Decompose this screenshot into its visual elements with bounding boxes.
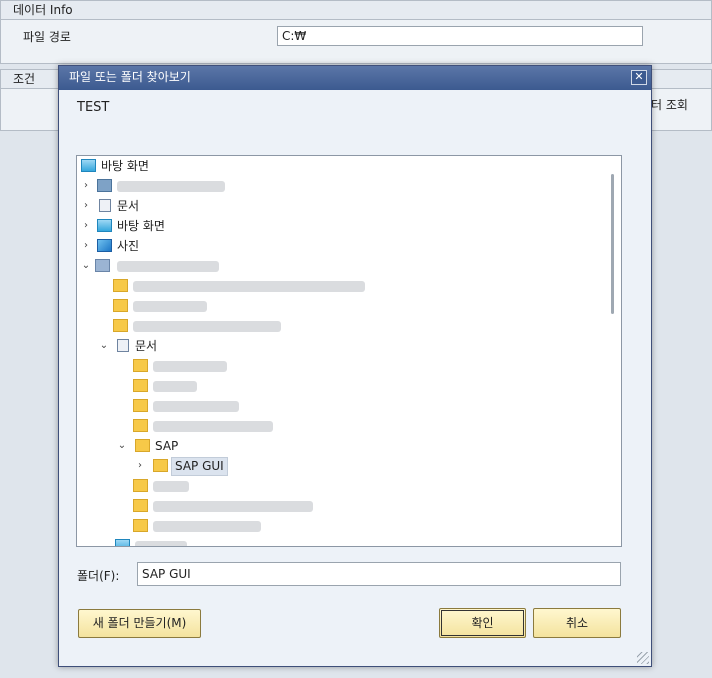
folder-tree[interactable]: 바탕 화면 › › 문서 › 바탕 화면 › 사진 ⌄ ⌄ 문서 ⌄ SAP ›… bbox=[76, 155, 622, 547]
tree-item-folder[interactable] bbox=[77, 296, 597, 316]
tree-scrollbar[interactable] bbox=[605, 156, 621, 546]
tree-item-label: 사진 bbox=[117, 239, 140, 253]
close-button[interactable]: ✕ bbox=[631, 70, 647, 85]
folder-icon bbox=[133, 499, 148, 512]
desktop-icon bbox=[97, 219, 112, 232]
redacted-label bbox=[153, 521, 261, 532]
tree-item-desktop[interactable]: › 바탕 화면 bbox=[77, 216, 597, 236]
tree-item-partial[interactable] bbox=[77, 536, 597, 546]
tree-item-user[interactable]: › bbox=[77, 176, 597, 196]
data-info-title: 데이터 Info bbox=[1, 1, 711, 20]
tree-item-folder[interactable] bbox=[77, 276, 597, 296]
tree-item-label: 바탕 화면 bbox=[101, 159, 149, 173]
picture-icon bbox=[97, 239, 112, 252]
tree-item-folder[interactable] bbox=[77, 516, 597, 536]
chevron-right-icon: › bbox=[138, 460, 142, 471]
tree-item-desktop-root[interactable]: 바탕 화면 bbox=[77, 156, 597, 176]
network-icon bbox=[95, 259, 110, 272]
data-info-section: 데이터 Info 파일 경로 C:₩ bbox=[0, 0, 712, 64]
folder-icon bbox=[153, 459, 168, 472]
chevron-right-icon: › bbox=[84, 200, 88, 211]
redacted-label bbox=[153, 421, 273, 432]
tree-item-folder[interactable] bbox=[77, 316, 597, 336]
redacted-label bbox=[153, 361, 227, 372]
tree-item-folder[interactable] bbox=[77, 396, 597, 416]
folder-icon bbox=[133, 419, 148, 432]
redacted-label bbox=[117, 261, 219, 272]
tree-item-label: 문서 bbox=[135, 339, 158, 353]
tree-item-label: 바탕 화면 bbox=[117, 219, 165, 233]
browse-folder-dialog: 파일 또는 폴더 찾아보기 ✕ TEST 바탕 화면 › › 문서 › 바탕 화… bbox=[58, 65, 652, 667]
tree-item-network[interactable]: ⌄ bbox=[77, 256, 597, 276]
file-path-input[interactable]: C:₩ bbox=[277, 26, 643, 46]
query-button-partial[interactable]: 터 조회 bbox=[651, 96, 688, 113]
tree-item-label: 문서 bbox=[117, 199, 140, 213]
tree-item-sap-gui[interactable]: › SAP GUI bbox=[77, 456, 597, 476]
folder-icon bbox=[113, 299, 128, 312]
document-icon bbox=[99, 199, 111, 212]
redacted-label bbox=[133, 301, 207, 312]
tree-item-folder[interactable] bbox=[77, 496, 597, 516]
folder-icon bbox=[133, 359, 148, 372]
redacted-label bbox=[117, 181, 225, 192]
desktop-icon bbox=[81, 159, 96, 172]
file-path-label: 파일 경로 bbox=[23, 30, 71, 44]
ok-button[interactable]: 확인 bbox=[439, 608, 526, 638]
folder-icon bbox=[113, 319, 128, 332]
redacted-label bbox=[153, 501, 313, 512]
dialog-title: 파일 또는 폴더 찾아보기 bbox=[69, 70, 191, 84]
resize-grip-icon[interactable] bbox=[637, 652, 649, 664]
redacted-label bbox=[153, 381, 197, 392]
redacted-label bbox=[133, 281, 365, 292]
tree-item-documents[interactable]: › 문서 bbox=[77, 196, 597, 216]
new-folder-button[interactable]: 새 폴더 만들기(M) bbox=[78, 609, 201, 638]
folder-icon bbox=[133, 379, 148, 392]
redacted-label bbox=[153, 401, 239, 412]
folder-icon bbox=[113, 279, 128, 292]
tree-item-pictures[interactable]: › 사진 bbox=[77, 236, 597, 256]
document-icon bbox=[117, 339, 129, 352]
chevron-right-icon: › bbox=[84, 240, 88, 251]
chevron-down-icon: ⌄ bbox=[81, 260, 91, 271]
tree-item-folder[interactable] bbox=[77, 376, 597, 396]
folder-icon bbox=[133, 519, 148, 532]
redacted-label bbox=[135, 541, 187, 546]
tree-item-label: SAP bbox=[155, 439, 179, 453]
folder-icon bbox=[133, 399, 148, 412]
redacted-label bbox=[153, 481, 189, 492]
dialog-titlebar: 파일 또는 폴더 찾아보기 ✕ bbox=[59, 66, 651, 90]
folder-icon bbox=[133, 479, 148, 492]
tree-item-folder[interactable] bbox=[77, 356, 597, 376]
chevron-right-icon: › bbox=[84, 180, 88, 191]
tree-item-label-selected: SAP GUI bbox=[171, 457, 228, 476]
tree-item-folder[interactable] bbox=[77, 476, 597, 496]
tree-item-documents-expanded[interactable]: ⌄ 문서 bbox=[77, 336, 597, 356]
close-icon: ✕ bbox=[634, 70, 644, 83]
folder-input[interactable]: SAP GUI bbox=[137, 562, 621, 586]
chevron-right-icon: › bbox=[84, 220, 88, 231]
dialog-description: TEST bbox=[77, 100, 110, 115]
chevron-down-icon: ⌄ bbox=[99, 340, 109, 351]
desktop-icon bbox=[115, 539, 130, 546]
folder-icon bbox=[135, 439, 150, 452]
user-icon bbox=[97, 179, 112, 192]
tree-item-folder[interactable] bbox=[77, 416, 597, 436]
redacted-label bbox=[133, 321, 281, 332]
folder-label: 폴더(F): bbox=[77, 569, 120, 583]
scroll-thumb[interactable] bbox=[611, 174, 614, 314]
tree-item-sap[interactable]: ⌄ SAP bbox=[77, 436, 597, 456]
chevron-down-icon: ⌄ bbox=[117, 440, 127, 451]
cancel-button[interactable]: 취소 bbox=[533, 608, 621, 638]
